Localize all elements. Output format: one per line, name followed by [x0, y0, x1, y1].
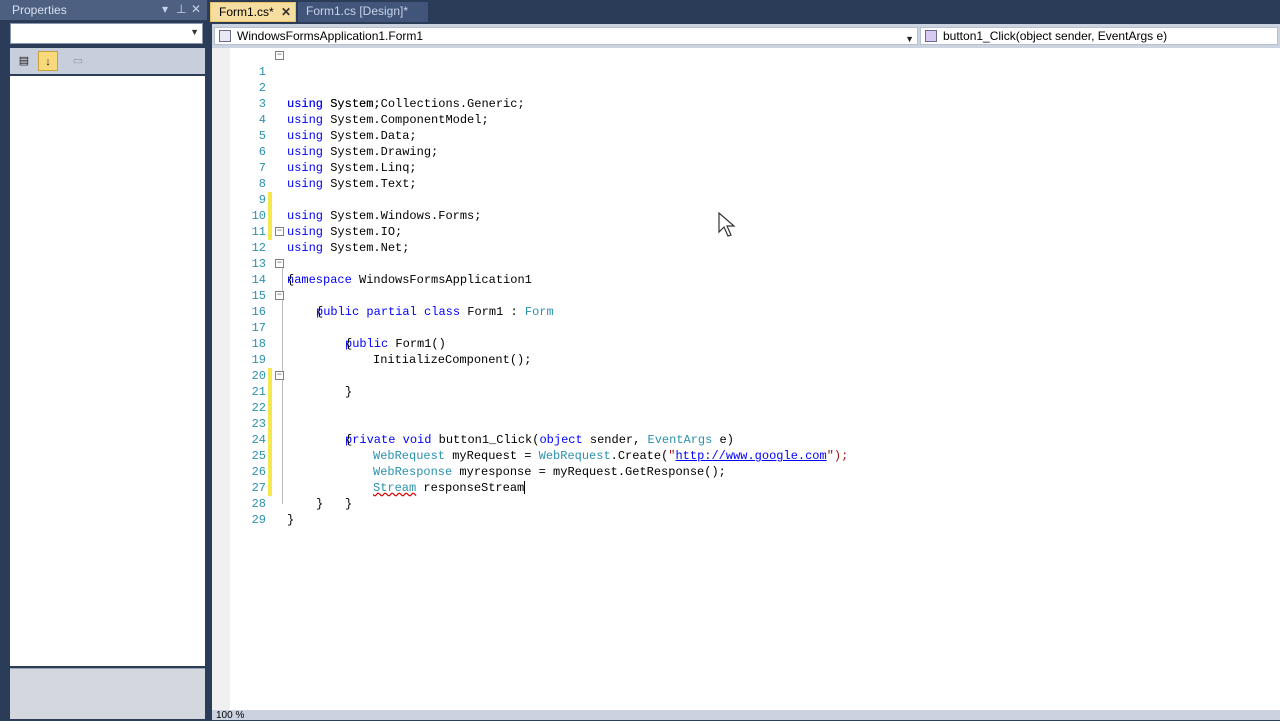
properties-title: Properties	[12, 3, 67, 17]
alphabetical-sort-icon[interactable]: ↓	[38, 51, 58, 71]
mouse-pointer-icon	[718, 212, 736, 237]
method-icon	[925, 30, 937, 42]
code-line: 16 − public Form1()	[212, 288, 1212, 352]
code-line: 2 using System.Collections.Generic;	[212, 64, 1212, 111]
code-line: 13 {	[212, 240, 1212, 287]
code-line: 17 {	[212, 304, 1212, 351]
collapse-icon[interactable]: −	[275, 259, 284, 268]
tab-label: Form1.cs*	[219, 5, 274, 19]
code-line: 6 using System.Linq;	[212, 128, 1212, 175]
code-text: }	[287, 513, 295, 527]
code-line: 28 }	[212, 480, 1212, 527]
close-icon[interactable]: ✕	[191, 2, 201, 16]
code-line: 20	[212, 352, 1212, 400]
code-line: 27 }	[212, 464, 1212, 511]
property-description-pane	[10, 668, 205, 719]
member-selector-combo[interactable]: button1_Click(object sender, EventArgs e…	[920, 27, 1278, 45]
code-line: 14 − public partial class Form1 : Form	[212, 256, 1212, 320]
zoom-level[interactable]: 100 %	[216, 710, 244, 721]
tab-form1-design[interactable]: Form1.cs [Design]*	[298, 2, 428, 22]
code-line: 10 using System.Net;	[212, 192, 1212, 255]
collapse-icon[interactable]: −	[275, 291, 284, 300]
collapse-icon[interactable]: −	[275, 227, 284, 236]
editor-status-bar: 100 %	[212, 710, 1280, 721]
code-line: 29	[212, 496, 1212, 527]
object-selector-combo[interactable]: ▼	[10, 23, 203, 44]
code-line: 21 − private void button1_Click(object s…	[212, 368, 1212, 448]
type-selector-label: WindowsFormsApplication1.Form1	[237, 29, 424, 43]
close-icon[interactable]: ✕	[281, 5, 291, 19]
code-line: 18 InitializeComponent();	[212, 320, 1212, 367]
tab-form1-cs[interactable]: Form1.cs* ✕	[210, 2, 296, 22]
code-line: 12 − namespace WindowsFormsApplication1	[212, 224, 1212, 288]
code-line: 7 using System.Text;	[212, 144, 1212, 191]
collapse-icon[interactable]: −	[275, 51, 284, 60]
code-line: 19 }	[212, 336, 1212, 399]
line-number: 29	[251, 513, 266, 527]
property-grid[interactable]	[10, 76, 205, 666]
code-line: 23 WebRequest myRequest = WebRequest.Cre…	[212, 400, 1212, 463]
class-icon	[219, 30, 231, 42]
code-line: 3 using System.ComponentModel;	[212, 80, 1212, 127]
code-line: 9 using System.IO;	[212, 176, 1212, 239]
code-line: 26 }	[212, 448, 1212, 511]
code-line: 1 − using System;	[212, 48, 1212, 112]
code-line: 11	[212, 208, 1212, 239]
navigation-bar: WindowsFormsApplication1.Form1 ▼ button1…	[212, 24, 1280, 48]
type-selector-combo[interactable]: WindowsFormsApplication1.Form1 ▼	[214, 27, 918, 45]
properties-toolbar: ▤ ↓ ▭	[10, 48, 205, 74]
chevron-down-icon: ▼	[905, 34, 914, 44]
code-line: 8 using System.Windows.Forms;	[212, 160, 1212, 223]
code-line: 5 using System.Drawing;	[212, 112, 1212, 159]
collapse-icon[interactable]: −	[275, 371, 284, 380]
code-line: 15 {	[212, 272, 1212, 319]
categorized-icon[interactable]: ▤	[14, 51, 34, 71]
code-line: 22 {	[212, 384, 1212, 447]
property-pages-icon[interactable]: ▭	[68, 51, 88, 71]
code-line: 24 WebResponse myresponse = myRequest.Ge…	[212, 416, 1212, 479]
properties-title-bar: Properties ▾ ⊥ ✕	[0, 0, 207, 20]
member-selector-label: button1_Click(object sender, EventArgs e…	[943, 29, 1168, 43]
code-line: 25 Stream responseStream	[212, 432, 1212, 495]
tab-label: Form1.cs [Design]*	[306, 4, 409, 18]
pin-icon[interactable]: ⊥	[176, 2, 186, 16]
code-line: 4 using System.Data;	[212, 96, 1212, 143]
dropdown-icon[interactable]: ▾	[162, 2, 168, 16]
chevron-down-icon: ▼	[190, 27, 199, 37]
